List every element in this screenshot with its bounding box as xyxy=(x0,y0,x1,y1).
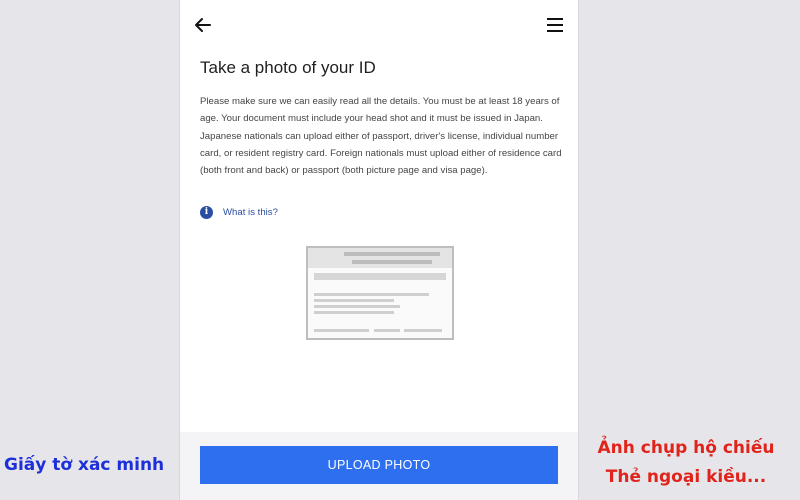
id-card-line xyxy=(344,252,440,256)
page-title: Take a photo of your ID xyxy=(200,58,376,77)
id-card-header-band xyxy=(308,248,452,268)
id-card-line xyxy=(352,260,432,264)
id-card-line xyxy=(314,329,369,332)
caption-verification-documents: Giấy tờ xác minh xyxy=(4,455,165,475)
id-card-line xyxy=(314,299,394,302)
id-requirements-text: Please make sure we can easily read all … xyxy=(200,96,562,177)
app-header xyxy=(180,0,578,50)
id-card-line xyxy=(314,311,394,314)
caption-passport-photo: Ảnh chụp hộ chiếu xyxy=(597,438,775,458)
id-card-line xyxy=(314,305,400,308)
help-link-label: What is this? xyxy=(223,206,278,218)
id-card-line xyxy=(374,329,400,332)
hamburger-menu-icon[interactable] xyxy=(544,14,566,36)
id-card-line xyxy=(314,273,446,280)
back-arrow-icon[interactable] xyxy=(192,14,214,36)
phone-screen: Take a photo of your ID Please make sure… xyxy=(180,0,578,500)
caption-document-types: Ảnh chụp hộ chiếu Thẻ ngoại kiều... xyxy=(576,434,796,492)
id-card-line xyxy=(404,329,442,332)
what-is-this-link[interactable]: i What is this? xyxy=(200,204,278,220)
caption-residence-card: Thẻ ngoại kiều... xyxy=(605,467,767,487)
upload-photo-button[interactable]: UPLOAD PHOTO xyxy=(200,446,558,484)
id-card-line xyxy=(314,293,429,296)
id-card-illustration xyxy=(306,246,454,340)
info-icon: i xyxy=(200,205,213,219)
